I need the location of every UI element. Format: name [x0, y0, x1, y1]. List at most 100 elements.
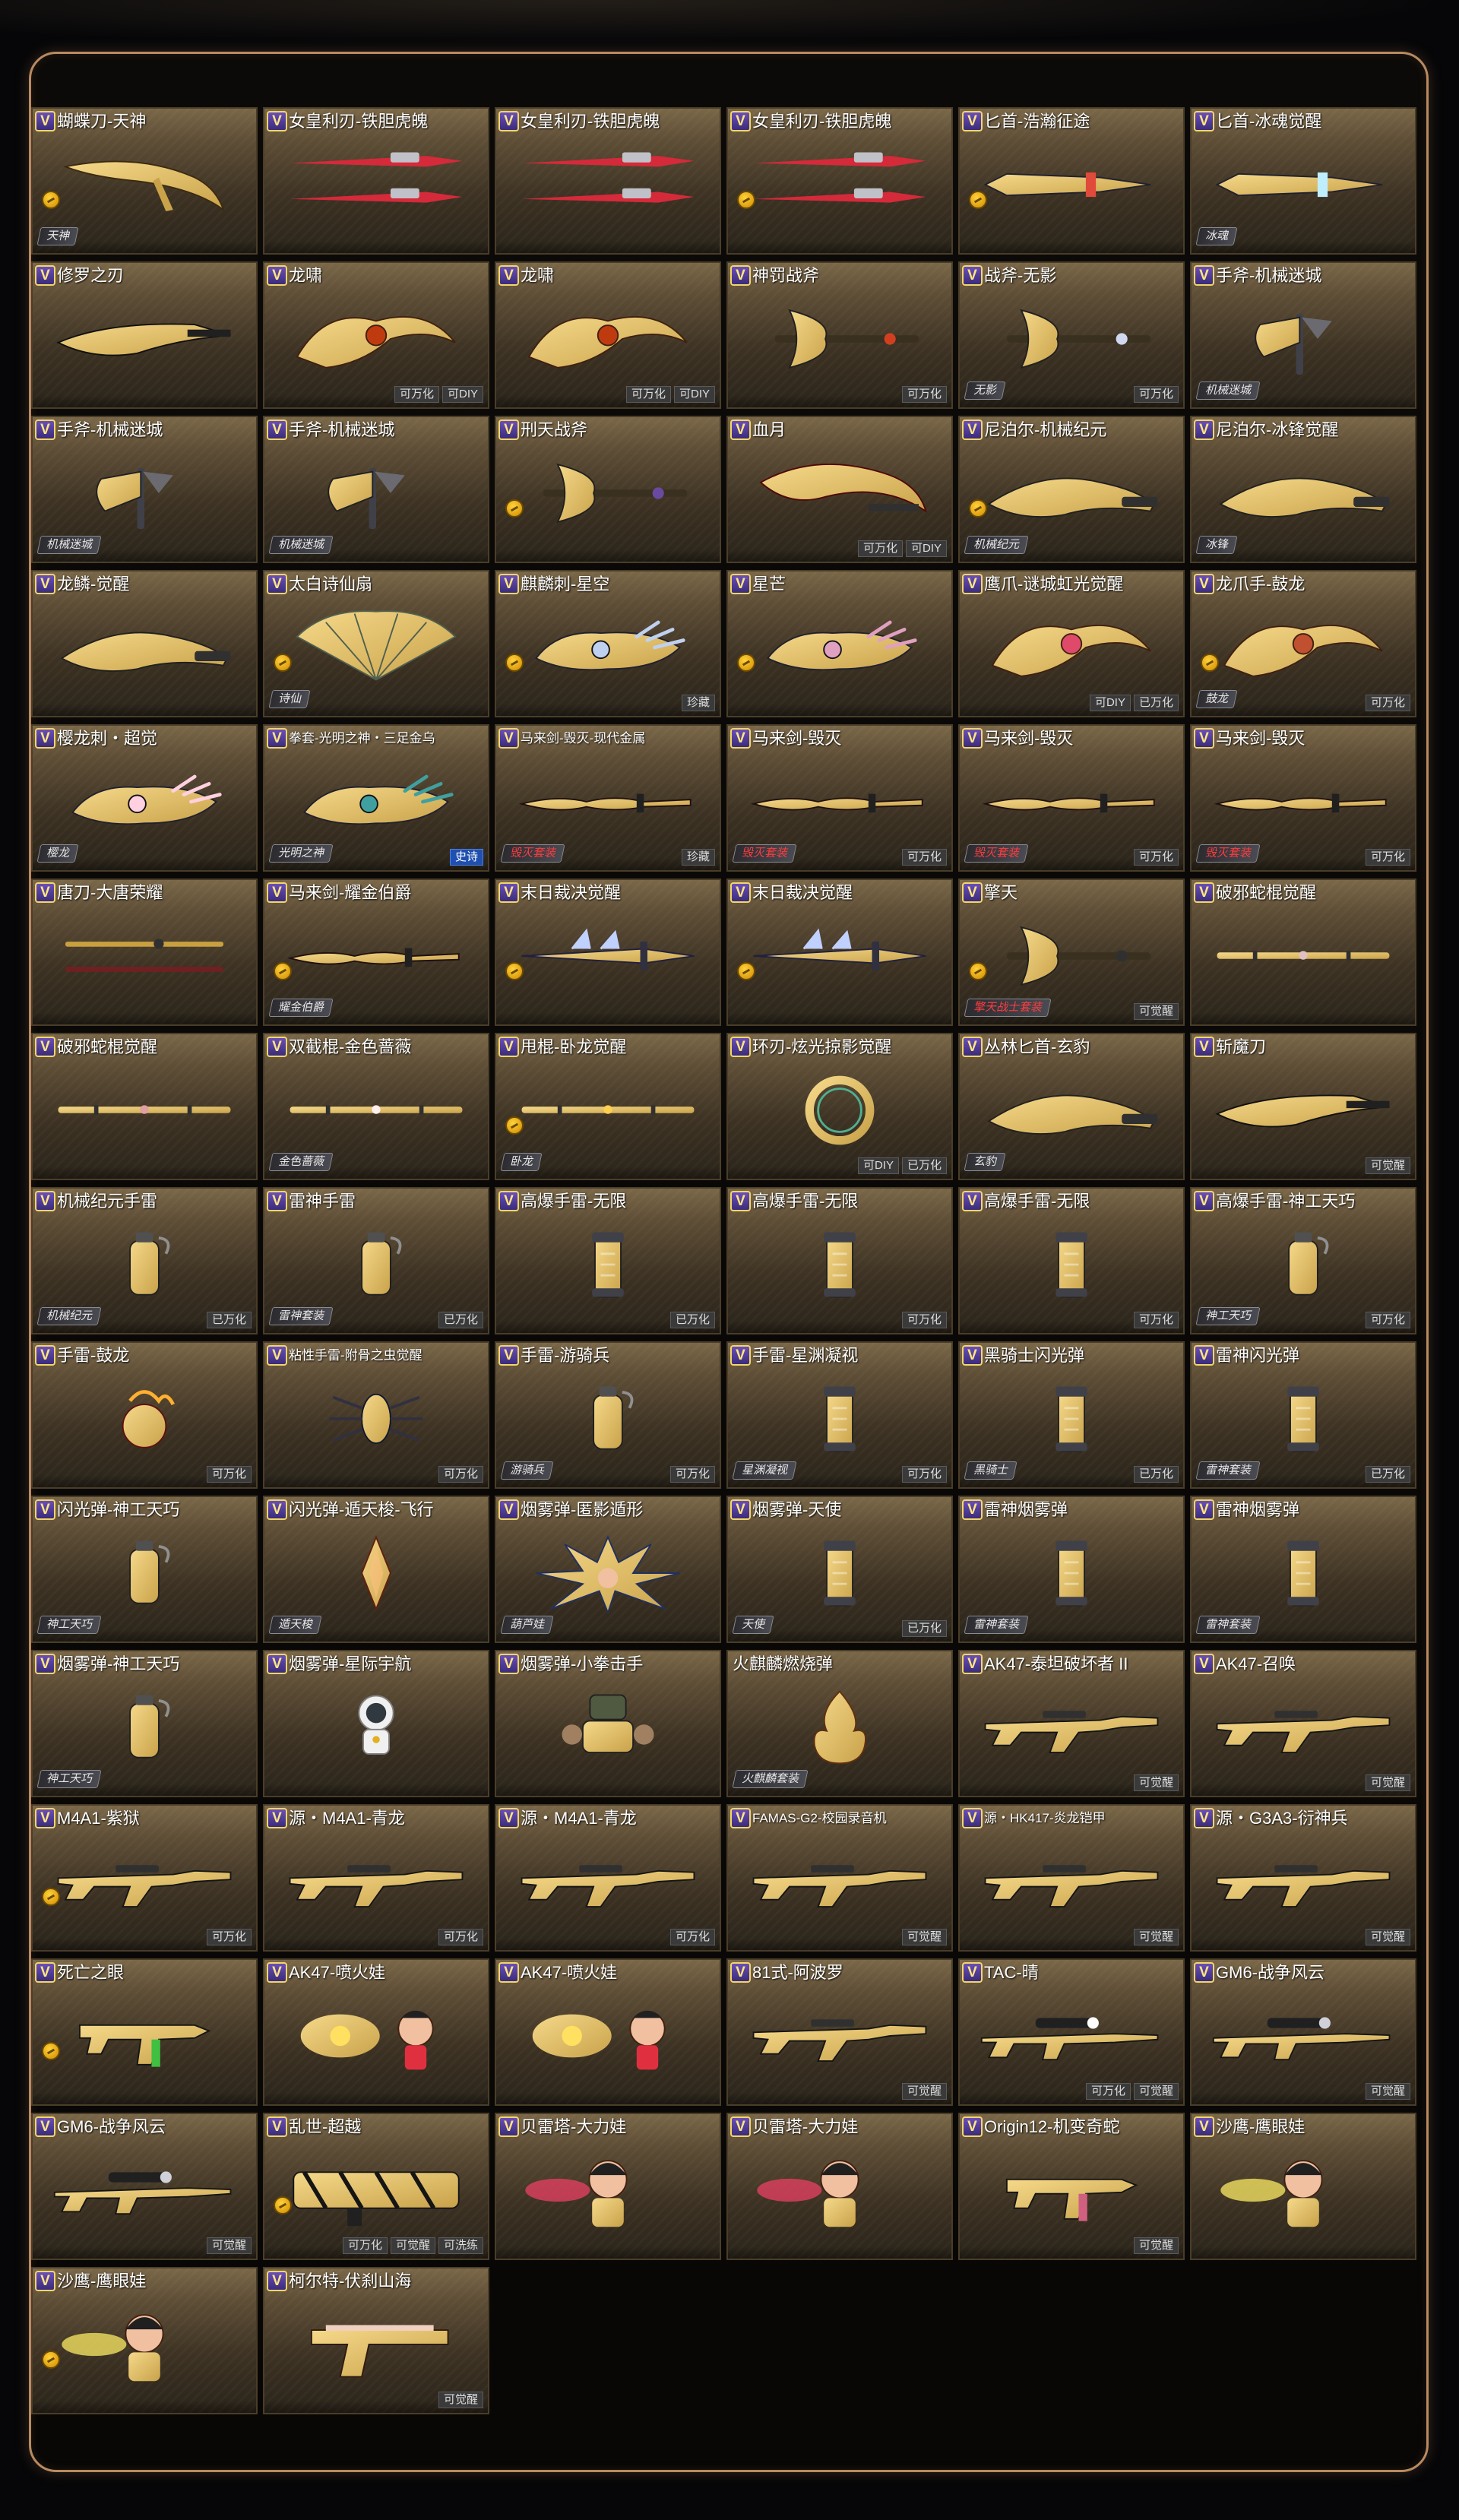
- item-tag: 可万化: [1133, 849, 1179, 866]
- item-card[interactable]: V 马来剑-毁灭 毁灭套装 可万化: [1190, 724, 1416, 872]
- item-card[interactable]: V 贝雷塔-大力娃: [495, 2113, 721, 2260]
- item-art-rifle-icon: [975, 1688, 1168, 1767]
- item-card[interactable]: V 乱世-超越 可万化 可觉醒 可洗练: [263, 2113, 489, 2260]
- item-card[interactable]: V 马来剑-耀金伯爵 耀金伯爵: [263, 879, 489, 1026]
- item-card[interactable]: V 高爆手雷-无限 已万化: [495, 1187, 721, 1334]
- item-card[interactable]: V 斩魔刀 可觉醒: [1190, 1033, 1416, 1180]
- item-card[interactable]: V AK47-召唤 可觉醒: [1190, 1650, 1416, 1797]
- item-card[interactable]: V 高爆手雷-神工天巧 神工天巧 可万化: [1190, 1187, 1416, 1334]
- item-card[interactable]: V 女皇利刃-铁胆虎魄: [263, 107, 489, 255]
- item-card[interactable]: V 马来剑-毁灭 毁灭套装 可万化: [958, 724, 1185, 872]
- item-card[interactable]: V GM6-战争风云 可觉醒: [31, 2113, 258, 2260]
- item-card[interactable]: V 源・HK417-炎龙铠甲 可觉醒: [958, 1804, 1185, 1952]
- item-card[interactable]: V 星芒: [726, 570, 953, 717]
- item-card[interactable]: V 唐刀-大唐荣耀: [31, 879, 258, 1026]
- item-name: 机械纪元手雷: [57, 1192, 158, 1211]
- item-card[interactable]: V 手雷-游骑兵 游骑兵 可万化: [495, 1341, 721, 1489]
- tag-group: 可觉醒: [206, 2237, 252, 2254]
- item-name: 擎天: [984, 883, 1018, 902]
- item-card[interactable]: V M4A1-紫狱 可万化: [31, 1804, 258, 1952]
- item-card[interactable]: V 源・M4A1-青龙 可万化: [495, 1804, 721, 1952]
- item-card[interactable]: V 高爆手雷-无限 可万化: [958, 1187, 1185, 1334]
- item-card[interactable]: V 雷神烟雾弹 雷神套装: [1190, 1496, 1416, 1643]
- item-card[interactable]: V AK47-泰坦破坏者 II 可觉醒: [958, 1650, 1185, 1797]
- item-card[interactable]: V 丛林匕首-玄豹 玄豹: [958, 1033, 1185, 1180]
- item-card[interactable]: V 樱龙刺・超觉 樱龙: [31, 724, 258, 872]
- item-card[interactable]: V 末日裁决觉醒: [495, 879, 721, 1026]
- item-card[interactable]: 火麒麟燃烧弹 火麒麟套装: [726, 1650, 953, 1797]
- item-card[interactable]: V 拳套-光明之神・三足金乌 光明之神 史诗: [263, 724, 489, 872]
- item-card[interactable]: V 太白诗仙扇 诗仙: [263, 570, 489, 717]
- item-card[interactable]: V 血月 可万化 可DIY: [726, 416, 953, 563]
- item-card[interactable]: V 烟雾弹-星际宇航: [263, 1650, 489, 1797]
- item-card[interactable]: V 刑天战斧: [495, 416, 721, 563]
- item-card[interactable]: V 尼泊尔-机械纪元 机械纪元: [958, 416, 1185, 563]
- v-badge-icon: V: [267, 1808, 287, 1828]
- item-card[interactable]: V 神罚战斧 可万化: [726, 261, 953, 409]
- item-card[interactable]: V 龙爪手-鼓龙 鼓龙 可万化: [1190, 570, 1416, 717]
- gold-coin-icon: [969, 499, 987, 518]
- item-card[interactable]: V 闪光弹-神工天巧 神工天巧: [31, 1496, 258, 1643]
- item-card[interactable]: V 龙鳞-觉醒: [31, 570, 258, 717]
- item-card[interactable]: V AK47-喷火娃: [263, 1958, 489, 2106]
- item-card[interactable]: V 源・G3A3-衍神兵 可觉醒: [1190, 1804, 1416, 1952]
- item-card[interactable]: V 雷神烟雾弹 雷神套装: [958, 1496, 1185, 1643]
- item-card[interactable]: V 蝴蝶刀-天神 天神: [31, 107, 258, 255]
- item-card[interactable]: V 破邪蛇棍觉醒: [1190, 879, 1416, 1026]
- item-card[interactable]: V 鹰爪-谜城虹光觉醒 可DIY 已万化: [958, 570, 1185, 717]
- item-card[interactable]: V 龙啸 可万化 可DIY: [495, 261, 721, 409]
- series-badge: 诗仙: [268, 690, 311, 708]
- item-card[interactable]: V AK47-喷火娃: [495, 1958, 721, 2106]
- item-card[interactable]: V 黑骑士闪光弹 黑骑士 已万化: [958, 1341, 1185, 1489]
- item-card[interactable]: V 粘性手雷-附骨之虫觉醒 可万化: [263, 1341, 489, 1489]
- item-card[interactable]: V TAC-晴 可万化 可觉醒: [958, 1958, 1185, 2106]
- item-card[interactable]: V 死亡之眼: [31, 1958, 258, 2106]
- item-card[interactable]: V 手斧-机械迷城 机械迷城: [31, 416, 258, 563]
- item-card[interactable]: V 马来剑-毁灭 毁灭套装 可万化: [726, 724, 953, 872]
- tag-group: 可DIY 已万化: [857, 1157, 947, 1174]
- item-card[interactable]: V 高爆手雷-无限 可万化: [726, 1187, 953, 1334]
- item-card[interactable]: V 烟雾弹-小拳击手: [495, 1650, 721, 1797]
- item-card[interactable]: V 雷神闪光弹 雷神套装 已万化: [1190, 1341, 1416, 1489]
- gold-coin-icon: [1201, 654, 1219, 672]
- item-card[interactable]: V 破邪蛇棍觉醒: [31, 1033, 258, 1180]
- item-card[interactable]: V 机械纪元手雷 机械纪元 已万化: [31, 1187, 258, 1334]
- item-card[interactable]: V GM6-战争风云 可觉醒: [1190, 1958, 1416, 2106]
- item-card[interactable]: V 匕首-冰魂觉醒 冰魂: [1190, 107, 1416, 255]
- item-card[interactable]: V 沙鹰-鹰眼娃: [31, 2267, 258, 2414]
- item-card[interactable]: V 烟雾弹-匿影遁形 葫芦娃: [495, 1496, 721, 1643]
- tag-group: 可万化: [1365, 695, 1410, 711]
- v-badge-icon: V: [35, 1499, 55, 1520]
- v-badge-icon: V: [267, 1037, 287, 1057]
- item-card[interactable]: V 龙啸 可万化 可DIY: [263, 261, 489, 409]
- item-card[interactable]: V 雷神手雷 雷神套装 已万化: [263, 1187, 489, 1334]
- item-card[interactable]: V 尼泊尔-冰锋觉醒 冰锋: [1190, 416, 1416, 563]
- item-card[interactable]: V 女皇利刃-铁胆虎魄: [726, 107, 953, 255]
- item-card[interactable]: V 修罗之刃: [31, 261, 258, 409]
- item-card[interactable]: V 81式-阿波罗 可觉醒: [726, 1958, 953, 2106]
- item-card[interactable]: V 柯尔特-伏刹山海 可觉醒: [263, 2267, 489, 2414]
- item-card[interactable]: V 双截棍-金色蔷薇 金色蔷薇: [263, 1033, 489, 1180]
- item-card[interactable]: V 匕首-浩瀚征途: [958, 107, 1185, 255]
- item-card[interactable]: V 擎天 擎天战士套装 可觉醒: [958, 879, 1185, 1026]
- item-card[interactable]: V 环刃-炫光掠影觉醒 可DIY 已万化: [726, 1033, 953, 1180]
- item-card[interactable]: V 贝雷塔-大力娃: [726, 2113, 953, 2260]
- item-card[interactable]: V 沙鹰-鹰眼娃: [1190, 2113, 1416, 2260]
- item-card[interactable]: V 马来剑-毁灭-现代金属 毁灭套装 珍藏: [495, 724, 721, 872]
- item-card[interactable]: V FAMAS-G2-校园录音机 可觉醒: [726, 1804, 953, 1952]
- item-card[interactable]: V 手雷-鼓龙 可万化: [31, 1341, 258, 1489]
- item-card[interactable]: V 手斧-机械迷城 机械迷城: [263, 416, 489, 563]
- item-card[interactable]: V 战斧-无影 无影 可万化: [958, 261, 1185, 409]
- item-card[interactable]: V 麒麟刺-星空 珍藏: [495, 570, 721, 717]
- item-card[interactable]: V 烟雾弹-天使 天使 已万化: [726, 1496, 953, 1643]
- item-card[interactable]: V Origin12-机变奇蛇 可觉醒: [958, 2113, 1185, 2260]
- item-card[interactable]: V 手雷-星渊凝视 星渊凝视 可万化: [726, 1341, 953, 1489]
- item-card[interactable]: V 手斧-机械迷城 机械迷城: [1190, 261, 1416, 409]
- item-card[interactable]: V 女皇利刃-铁胆虎魄: [495, 107, 721, 255]
- item-card[interactable]: V 烟雾弹-神工天巧 神工天巧: [31, 1650, 258, 1797]
- item-art-hatchet-icon: [1207, 299, 1400, 378]
- item-card[interactable]: V 末日裁决觉醒: [726, 879, 953, 1026]
- item-card[interactable]: V 闪光弹-遁天梭-飞行 遁天梭: [263, 1496, 489, 1643]
- item-card[interactable]: V 甩棍-卧龙觉醒 卧龙: [495, 1033, 721, 1180]
- item-card[interactable]: V 源・M4A1-青龙 可万化: [263, 1804, 489, 1952]
